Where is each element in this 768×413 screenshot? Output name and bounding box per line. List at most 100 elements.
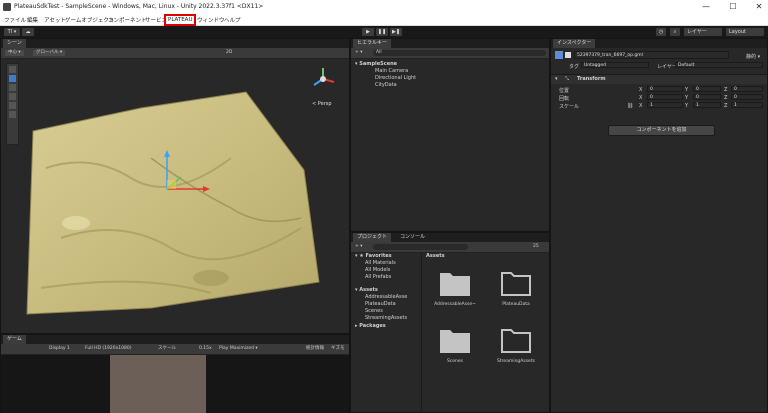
mode-2d-button[interactable]: 2D [226,50,232,56]
city-terrain-view[interactable] [1,58,349,334]
hierarchy-item-directional-light[interactable]: Directional Light [375,75,416,81]
menu-gameobject[interactable]: ゲームオブジェクト [65,16,114,24]
hierarchy-panel: ヒエラルキー + ▾ All ▾ SampleScene Main Camera… [350,38,550,232]
folder-icon[interactable] [439,326,471,354]
tag-dropdown[interactable]: Untagged [581,62,649,68]
cloud-icon[interactable]: ☁ [22,28,34,36]
tree-folder-scenes[interactable]: Scenes [365,308,383,314]
tree-folder-addressable[interactable]: AddressableAsse [365,294,407,300]
display-dropdown[interactable]: Display 1 [49,346,70,352]
game-view [1,355,349,413]
folder-outline-icon[interactable] [500,269,532,297]
assets-label: Assets [359,287,378,293]
transform-header[interactable]: ▾ ⤡ Transform [551,74,767,84]
hierarchy-item-main-camera[interactable]: Main Camera [375,68,408,74]
center-dropdown[interactable]: 中心 ▾ [5,50,24,56]
tree-folder-streamingassets[interactable]: StreamingAssets [365,315,407,321]
grid-item-plateaudata[interactable]: PlateauData [486,302,546,307]
rotation-x[interactable]: 0 [647,94,683,100]
packages-label: Packages [359,323,386,329]
add-icon[interactable]: + ▾ [355,50,362,56]
orientation-gizmo[interactable] [309,65,337,95]
menu-edit[interactable]: 編集 [27,16,38,24]
favorite-all-materials[interactable]: All Materials [365,260,396,266]
layer-dropdown[interactable]: Default [675,62,763,68]
rotation-z[interactable]: 0 [731,94,763,100]
transform-expand-icon[interactable]: ▾ [555,76,558,82]
menu-plateau[interactable]: PLATEAU [164,14,197,26]
game-toolbar: Display 1 Full HD (1920x1080) スケール 0.15x… [1,344,349,355]
add-asset-icon[interactable]: + ▾ [355,244,362,250]
scale-y[interactable]: 1 [693,102,721,108]
play-mode-dropdown[interactable]: Play Maximized ▾ [219,346,258,352]
position-x[interactable]: 0 [647,86,683,92]
menu-file[interactable]: ファイル [4,16,26,24]
rotation-y[interactable]: 0 [693,94,721,100]
history-icon[interactable]: ◷ [656,28,666,36]
hierarchy-tabbar: ヒエラルキー [351,39,549,48]
menu-component[interactable]: コンポーネント [108,16,147,24]
project-search[interactable] [373,244,468,250]
game-tabbar: ゲーム [1,335,349,344]
game-panel: ゲーム Display 1 Full HD (1920x1080) スケール 0… [0,334,350,413]
axis-label: Z [724,95,728,101]
folder-outline-icon[interactable] [500,326,532,354]
position-y[interactable]: 0 [693,86,721,92]
step-icon[interactable]: ▶❚ [390,28,402,36]
favorites-header[interactable]: ▾ ★ Favorites [355,253,392,259]
scale-value[interactable]: 0.15x [199,346,212,352]
minimize-button[interactable]: — [697,2,715,12]
tab-console[interactable]: コンソール [396,233,430,242]
transform-fields: 位置 X 0 Y 0 Z 0 回転 X 0 Y 0 Z 0 スケール ⛓ X 1… [551,85,767,115]
favorite-all-models[interactable]: All Models [365,267,390,273]
grid-item-streamingassets[interactable]: StreamingAssets [486,359,546,364]
close-button[interactable]: ✕ [750,2,768,12]
axis-label: X [639,103,643,109]
packages-header[interactable]: ▸ Packages [355,323,386,329]
scale-x[interactable]: 1 [647,102,683,108]
asset-breadcrumb[interactable]: Assets [426,253,445,259]
persp-label[interactable]: < Persp [312,101,332,107]
add-component-button[interactable]: コンポーネントを追加 [608,125,715,136]
hierarchy-search[interactable]: All [373,50,546,56]
global-dropdown[interactable]: グローバル ▾ [33,50,66,56]
layout-dropdown[interactable]: Layout [726,28,764,36]
account-dropdown[interactable]: TI ▾ [4,28,20,36]
scale-z[interactable]: 1 [731,102,763,108]
gizmos-button[interactable]: ギズモ [331,346,345,352]
hierarchy-item-citydata[interactable]: CityData [375,82,397,88]
resolution-dropdown[interactable]: Full HD (1920x1080) [85,346,131,352]
tree-folder-plateaudata[interactable]: PlateauData [365,301,396,307]
static-dropdown[interactable]: 静的 ▾ [746,53,760,60]
menu-assets[interactable]: アセット [44,16,66,24]
inspector-tabbar: インスペクター [551,39,767,48]
project-tabbar: プロジェクト コンソール [351,233,549,242]
inspector-panel: インスペクター 52397379_tran_6697_op.gml 静的 ▾ タ… [550,38,768,413]
tab-hierarchy[interactable]: ヒエラルキー [353,39,392,48]
assets-header[interactable]: ▾ Assets [355,287,378,293]
active-checkbox[interactable] [565,52,571,58]
object-name-field[interactable]: 52397379_tran_6697_op.gml [574,51,729,59]
axis-label: Y [685,95,689,101]
search-icon[interactable]: ⌕ [670,28,680,36]
main-toolbar: TI ▾ ☁ ▶ ❚❚ ▶❚ ◷ ⌕ レイヤー Layout [0,26,768,38]
tab-project[interactable]: プロジェクト [353,233,392,242]
menu-help[interactable]: ヘルプ [224,16,241,24]
link-icon[interactable]: ⛓ [627,103,633,109]
grid-item-scenes[interactable]: Scenes [425,359,485,364]
scene-root[interactable]: ▾ SampleScene [355,61,397,67]
tab-scene[interactable]: シーン [3,39,26,48]
axis-label: Z [724,87,728,93]
stats-button[interactable]: 統計情報 [306,346,324,352]
folder-icon[interactable] [439,269,471,297]
menu-window[interactable]: ウィンドウ [197,16,225,24]
position-z[interactable]: 0 [731,86,763,92]
tab-game[interactable]: ゲーム [3,335,26,344]
play-icon[interactable]: ▶ [362,28,374,36]
grid-item-addressable[interactable]: AddressableAsse~ [425,302,485,307]
pause-icon[interactable]: ❚❚ [376,28,388,36]
favorite-all-prefabs[interactable]: All Prefabs [365,274,391,280]
layers-dropdown[interactable]: レイヤー [684,28,722,36]
maximize-button[interactable]: ☐ [724,2,742,12]
tab-inspector[interactable]: インスペクター [553,39,596,48]
